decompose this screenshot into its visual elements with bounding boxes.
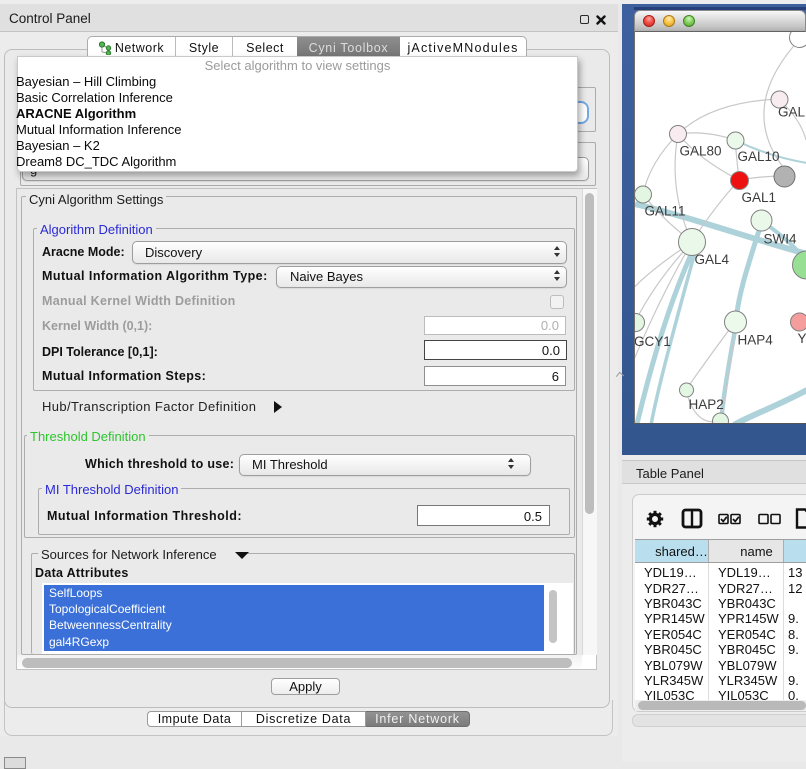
svg-text:HAP2: HAP2 — [689, 397, 724, 412]
svg-text:HAP4: HAP4 — [738, 333, 774, 348]
svg-text:Y: Y — [798, 331, 806, 346]
svg-text:GAL10: GAL10 — [738, 149, 780, 164]
svg-text:SWI4: SWI4 — [764, 232, 797, 247]
svg-text:GCY1: GCY1 — [635, 334, 671, 349]
svg-text:GAL11: GAL11 — [645, 204, 686, 219]
svg-text:GAL80: GAL80 — [680, 144, 722, 159]
svg-text:GAL4: GAL4 — [695, 252, 730, 267]
svg-text:GAL: GAL — [778, 105, 806, 120]
svg-text:GAL1: GAL1 — [742, 190, 777, 205]
